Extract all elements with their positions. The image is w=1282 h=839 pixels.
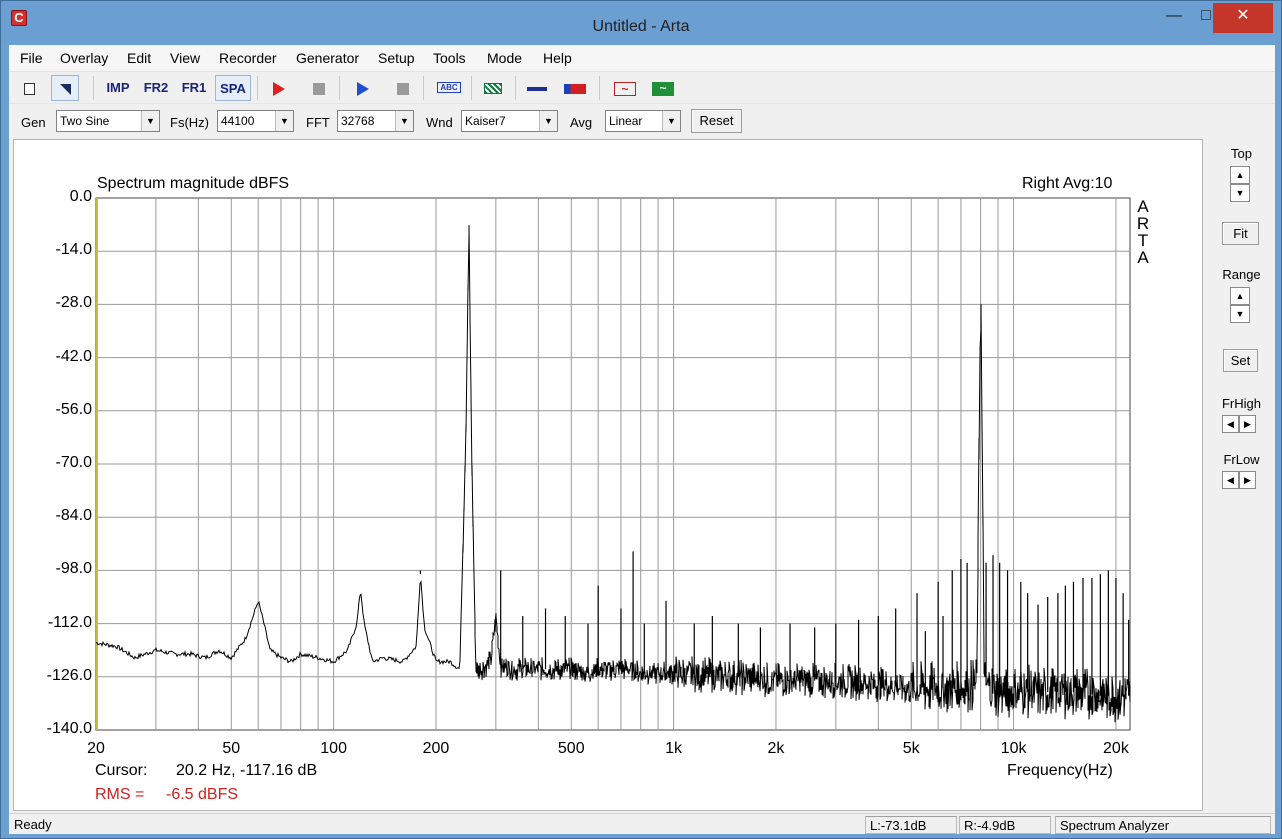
menu-overlay[interactable]: Overlay <box>60 50 108 66</box>
new-document-button[interactable] <box>15 75 43 101</box>
spectrum-chart-svg <box>95 197 1131 731</box>
x-axis-label: Frequency(Hz) <box>1007 762 1113 779</box>
menu-help[interactable]: Help <box>543 50 572 66</box>
imp-mode-button[interactable]: IMP <box>101 75 135 101</box>
abc-icon: ABC <box>437 82 461 93</box>
rms-label: RMS = <box>95 786 145 803</box>
sample-rate-select[interactable]: 44100 ▼ <box>217 110 294 132</box>
window-value: Kaiser7 <box>465 114 506 128</box>
sample-rate-value: 44100 <box>221 114 255 128</box>
meter-button[interactable] <box>561 75 589 101</box>
document-icon <box>23 82 35 95</box>
record-button[interactable] <box>265 75 293 101</box>
title-bar[interactable]: C Untitled - Arta — □ ✕ <box>1 1 1281 45</box>
cursor-label: Cursor: <box>95 762 148 779</box>
menu-edit[interactable]: Edit <box>127 50 151 66</box>
stop-icon <box>313 82 325 95</box>
range-up-spinner[interactable]: ▲ <box>1230 287 1250 305</box>
menu-setup[interactable]: Setup <box>378 50 415 66</box>
averaging-value: Linear <box>609 114 643 128</box>
cursor-readout: 20.2 Hz, -117.16 dB <box>176 762 318 779</box>
probe-button[interactable] <box>523 75 551 101</box>
spa-mode-button[interactable]: SPA <box>215 75 251 101</box>
app-window: C Untitled - Arta — □ ✕ File Overlay Edi… <box>0 0 1282 839</box>
chevron-down-icon: ▼ <box>141 111 159 131</box>
play-red-icon <box>273 81 285 96</box>
fr1-mode-button[interactable]: FR1 <box>177 75 211 101</box>
cursor-arrow-icon <box>59 84 71 96</box>
toolbar: IMP FR2 FR1 SPA ABC ~ ~ <box>9 71 1275 103</box>
set-button[interactable]: Set <box>1223 349 1258 372</box>
frhigh-label: FrHigh <box>1221 396 1261 411</box>
side-panel: Top ▲ ▼ Fit Range ▲ ▼ Set FrHigh ◀ ▶ FrL… <box>1208 139 1275 811</box>
status-left-level: L:-73.1dB <box>865 816 957 834</box>
frhigh-left-spinner[interactable]: ◀ <box>1222 415 1239 433</box>
control-bar: Gen Two Sine ▼ Fs(Hz) 44100 ▼ FFT 32768 ▼ W… <box>9 103 1275 137</box>
sine-icon: ~ <box>614 81 636 96</box>
stop-icon <box>397 82 409 95</box>
menu-generator[interactable]: Generator <box>296 50 359 66</box>
chevron-down-icon: ▼ <box>275 111 293 131</box>
chevron-down-icon: ▼ <box>395 111 413 131</box>
chevron-down-icon: ▼ <box>539 111 557 131</box>
minimize-button[interactable]: — <box>1157 3 1191 31</box>
fft-size-select[interactable]: 32768 ▼ <box>337 110 414 132</box>
window-select[interactable]: Kaiser7 ▼ <box>461 110 558 132</box>
top-up-spinner[interactable]: ▲ <box>1230 166 1250 184</box>
cursor-button[interactable] <box>51 75 79 101</box>
generator-select[interactable]: Two Sine ▼ <box>56 110 160 132</box>
meter-icon <box>564 83 586 94</box>
fit-button[interactable]: Fit <box>1222 222 1259 245</box>
green-wave-icon: ~ <box>652 81 674 96</box>
window-title: Untitled - Arta <box>592 18 690 35</box>
rms-readout: -6.5 dBFS <box>166 786 239 803</box>
spectrum-line <box>95 225 1131 723</box>
gen-label: Gen <box>21 115 46 130</box>
frhigh-right-spinner[interactable]: ▶ <box>1239 415 1256 433</box>
frlow-label: FrLow <box>1223 452 1260 467</box>
abc-button[interactable]: ABC <box>433 75 465 101</box>
status-ready: Ready <box>14 817 52 832</box>
top-label: Top <box>1231 146 1252 161</box>
frlow-left-spinner[interactable]: ◀ <box>1222 471 1239 489</box>
play-button[interactable] <box>349 75 377 101</box>
menu-tools[interactable]: Tools <box>433 50 466 66</box>
status-right-level: R:-4.9dB <box>959 816 1051 834</box>
menu-bar: File Overlay Edit View Recorder Generato… <box>9 45 1275 71</box>
avg-label: Avg <box>570 115 593 130</box>
fft-size-value: 32768 <box>341 114 375 128</box>
frlow-right-spinner[interactable]: ▶ <box>1239 471 1256 489</box>
stop-record-button[interactable] <box>305 75 333 101</box>
fs-label: Fs(Hz) <box>170 115 209 130</box>
menu-file[interactable]: File <box>20 50 43 66</box>
close-button[interactable]: ✕ <box>1213 3 1273 33</box>
filter-button[interactable] <box>479 75 507 101</box>
filter-icon <box>484 83 502 95</box>
probe-icon <box>527 86 547 91</box>
oscilloscope-button[interactable]: ~ <box>611 75 639 101</box>
averaging-select[interactable]: Linear ▼ <box>605 110 681 132</box>
menu-view[interactable]: View <box>170 50 200 66</box>
play-blue-icon <box>357 81 369 96</box>
client-area: File Overlay Edit View Recorder Generato… <box>9 45 1275 834</box>
chevron-down-icon: ▼ <box>662 111 680 131</box>
reset-button[interactable]: Reset <box>691 109 742 133</box>
range-label: Range <box>1222 267 1261 282</box>
fft-label: FFT <box>306 115 330 130</box>
status-bar: Ready L:-73.1dB R:-4.9dB Spectrum Analyz… <box>9 813 1275 834</box>
wnd-label: Wnd <box>426 115 453 130</box>
range-down-spinner[interactable]: ▼ <box>1230 305 1250 323</box>
stop-play-button[interactable] <box>389 75 417 101</box>
generator-value: Two Sine <box>60 114 110 128</box>
spectrum-plot[interactable]: Spectrum magnitude dBFS Right Avg:10 A R… <box>13 139 1203 811</box>
fr2-mode-button[interactable]: FR2 <box>139 75 173 101</box>
top-down-spinner[interactable]: ▼ <box>1230 184 1250 202</box>
menu-mode[interactable]: Mode <box>487 50 522 66</box>
status-mode: Spectrum Analyzer <box>1055 816 1271 834</box>
menu-recorder[interactable]: Recorder <box>219 50 277 66</box>
signal-button[interactable]: ~ <box>649 75 677 101</box>
